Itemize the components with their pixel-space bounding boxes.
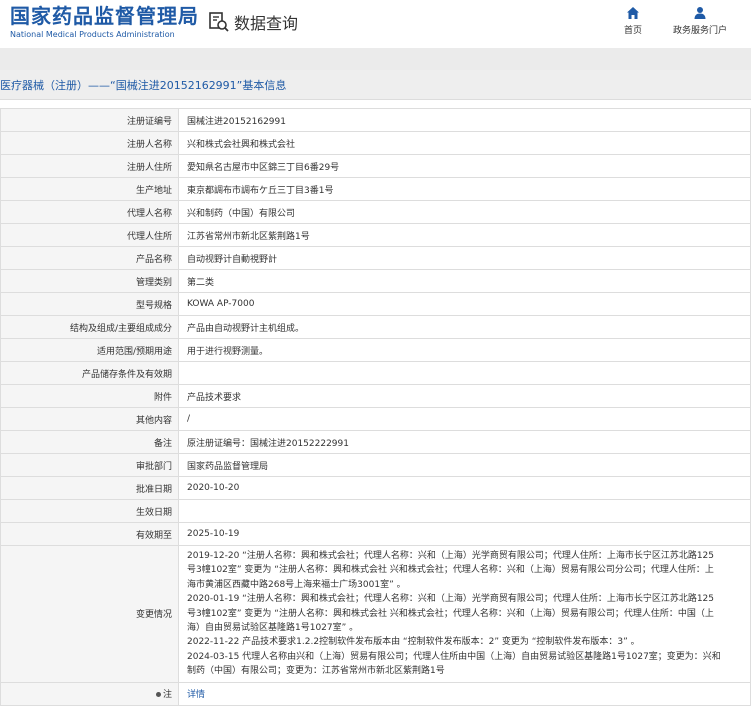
field-value: 兴和株式会社興和株式会社 [178,131,751,155]
field-value: 2025-10-19 [178,522,751,546]
table-row: 生产地址 東京都調布市調布ケ丘三丁目3番1号 [0,177,751,201]
field-label: 产品名称 [0,246,179,270]
table-row-changes: 变更情况 2019-12-20 “注册人名称：興和株式会社；代理人名称：兴和（上海… [0,545,751,683]
field-value: 愛知県名古屋市中区錦三丁目6番29号 [178,154,751,178]
field-value [178,499,751,523]
field-label: 注册人名称 [0,131,179,155]
field-value: 2020-10-20 [178,476,751,500]
field-value: 原注册证编号：国械注进20152222991 [178,430,751,454]
nav-gov-label: 政务服务门户 [672,26,727,36]
table-row: 代理人住所 江苏省常州市新北区紫荆路1号 [0,223,751,247]
field-label: 附件 [0,384,179,408]
field-label: 注册证编号 [0,108,179,132]
field-label: 结构及组成/主要组成成分 [0,315,179,339]
field-value: 国械注进20152162991 [178,108,751,132]
field-label: 管理类别 [0,269,179,293]
nav-home[interactable]: 首页 [618,6,648,36]
note-value-cell: 详情 [178,681,751,706]
spacer [0,100,751,108]
table-row: 注册证编号 国械注进20152162991 [0,108,751,132]
field-label: 备注 [0,430,179,454]
site-logo[interactable]: 国家药品监督管理局 National Medical Products Admi… [10,4,199,41]
field-value: 自动视野计自動視野計 [178,246,751,270]
field-value: 产品技术要求 [178,384,751,408]
table-row: 适用范围/预期用途 用于进行视野测量。 [0,338,751,362]
field-value: / [178,407,751,431]
field-value: 产品由自动视野计主机组成。 [178,315,751,339]
site-header: 国家药品监督管理局 National Medical Products Admi… [0,0,751,48]
field-label: 生效日期 [0,499,179,523]
change-line: 号3幢102室” 变更为 “注册人名称：興和株式会社 兴和株式会社；代理人名称：… [187,608,714,619]
user-icon [694,7,706,19]
logo-cn-text: 国家药品监督管理局 [10,4,199,28]
change-line: 制药（中国）有限公司；变更为：江苏省常州市新北区紫荆路1号 [187,666,445,677]
nav-gov-service[interactable]: 政务服务门户 [668,6,732,36]
bullet-icon [155,692,161,698]
field-value: 用于进行视野测量。 [178,338,751,362]
note-label: 注 [162,690,172,701]
details-link[interactable]: 详情 [187,690,205,700]
field-label: 生产地址 [0,177,179,201]
change-line: 海）自由贸易试验区基隆路1号1027室” 。 [187,623,359,634]
field-label: 有效期至 [0,522,179,546]
field-label: 代理人住所 [0,223,179,247]
field-label: 注册人住所 [0,154,179,178]
table-row-note: 注 详情 [0,681,751,706]
registration-detail-table: 注册证编号 国械注进20152162991 注册人名称 兴和株式会社興和株式会社 注册人… [0,108,751,706]
field-value [178,361,751,385]
table-row: 附件 产品技术要求 [0,384,751,408]
table-row: 结构及组成/主要组成成分 产品由自动视野计主机组成。 [0,315,751,339]
data-query-icon [208,11,230,33]
field-value: 兴和制药（中国）有限公司 [178,200,751,224]
field-label: 适用范围/预期用途 [0,338,179,362]
field-value: 東京都調布市調布ケ丘三丁目3番1号 [178,177,751,201]
logo-en-text: National Medical Products Administration [10,30,175,39]
data-query-label: 数据查询 [234,14,299,33]
change-line: 2020-01-19 “注册人名称：興和株式会社；代理人名称：兴和（上海）光学商… [187,594,715,605]
field-label: 其他内容 [0,407,179,431]
table-row: 批准日期 2020-10-20 [0,476,751,500]
data-query-link[interactable]: 数据查询 [208,10,298,34]
header-divider-bar [0,48,751,70]
changes-value: 2019-12-20 “注册人名称：興和株式会社；代理人名称：兴和（上海）光学商… [178,545,751,683]
table-row: 产品储存条件及有效期 [0,361,751,385]
field-value: 江苏省常州市新北区紫荆路1号 [178,223,751,247]
table-row: 注册人名称 兴和株式会社興和株式会社 [0,131,751,155]
table-row: 注册人住所 愛知県名古屋市中区錦三丁目6番29号 [0,154,751,178]
table-row: 产品名称 自动视野计自動視野計 [0,246,751,270]
table-row: 型号规格 KOWA AP-7000 [0,292,751,316]
table-row: 管理类别 第二类 [0,269,751,293]
table-row: 生效日期 [0,499,751,523]
field-value: 第二类 [178,269,751,293]
table-row: 代理人名称 兴和制药（中国）有限公司 [0,200,751,224]
field-label: 审批部门 [0,453,179,477]
change-line: 海市黄浦区西藏中路268号上海来福士广场3001室” 。 [187,579,406,590]
field-value: 国家药品监督管理局 [178,453,751,477]
field-label: 代理人名称 [0,200,179,224]
page-title: 医疗器械（注册）——“国械注进20152162991”基本信息 [0,70,751,100]
change-line: 号3幢102室” 变更为 “注册人名称：興和株式会社 兴和株式会社；代理人名称：… [187,565,714,576]
nav-home-label: 首页 [623,26,642,36]
field-label: 批准日期 [0,476,179,500]
note-label-cell: 注 [0,681,179,706]
field-value: KOWA AP-7000 [178,292,751,316]
change-line: 2024-03-15 代理人名称由兴和（上海）贸易有限公司；代理人住所由中国（上… [187,651,721,662]
changes-label: 变更情况 [0,545,179,683]
field-label: 型号规格 [0,292,179,316]
table-row: 审批部门 国家药品监督管理局 [0,453,751,477]
table-row: 备注 原注册证编号：国械注进20152222991 [0,430,751,454]
change-line: 2022-11-22 产品技术要求1.2.2控制软件发布版本由 “控制软件发布版… [187,637,640,648]
home-icon [627,7,639,19]
table-row: 其他内容 / [0,407,751,431]
field-label: 产品储存条件及有效期 [0,361,179,385]
table-row: 有效期至 2025-10-19 [0,522,751,546]
change-line: 2019-12-20 “注册人名称：興和株式会社；代理人名称：兴和（上海）光学商… [187,551,715,561]
